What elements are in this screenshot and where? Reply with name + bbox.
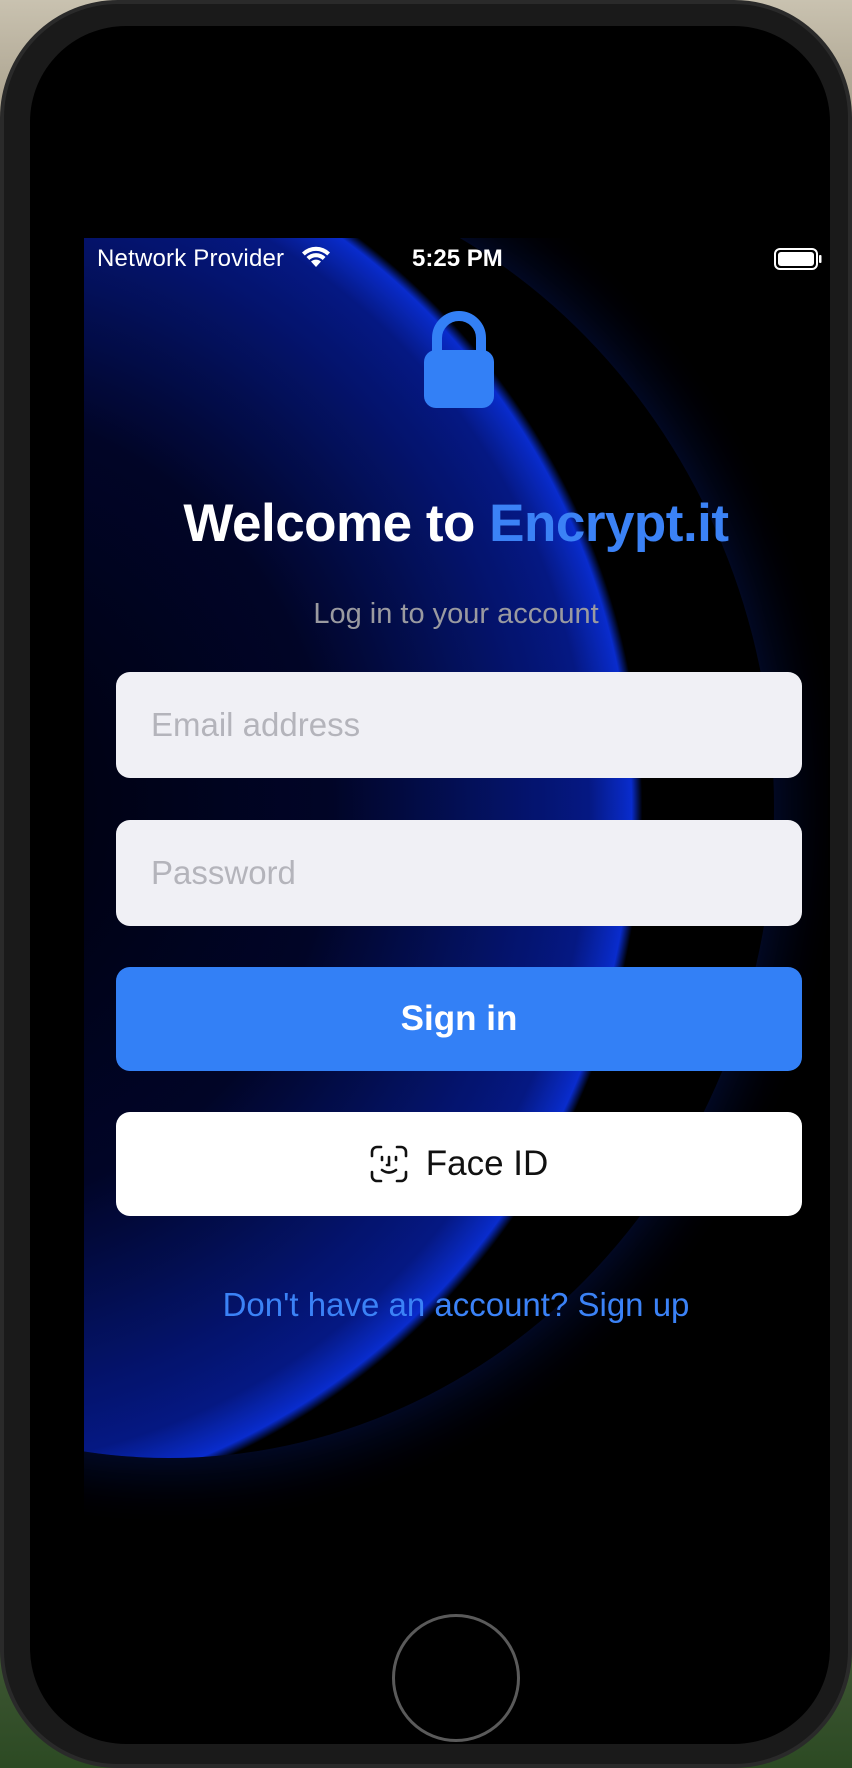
password-input[interactable] [149, 853, 769, 893]
status-bar: Network Provider 5:25 PM [84, 238, 828, 278]
sign-in-button[interactable]: Sign in [116, 967, 802, 1071]
face-id-icon [370, 1145, 408, 1183]
wifi-icon [302, 246, 330, 267]
lock-icon [424, 311, 494, 408]
sign-up-link[interactable]: Don't have an account? Sign up [84, 1286, 828, 1324]
battery-icon [774, 248, 822, 270]
title-prefix: Welcome to [183, 494, 490, 553]
subtitle: Log in to your account [313, 598, 599, 630]
status-time: 5:25 PM [412, 245, 503, 272]
email-field[interactable] [116, 672, 802, 778]
home-button[interactable] [392, 1614, 520, 1742]
sign-in-label: Sign in [400, 999, 518, 1038]
face-id-label: Face ID [425, 1144, 549, 1183]
brand-name: Encrypt.it [489, 494, 729, 553]
app-screen: Network Provider 5:25 PM Welcome to Encr… [84, 238, 828, 1571]
password-field[interactable] [116, 820, 802, 926]
device-frame: Network Provider 5:25 PM Welcome to Encr… [0, 0, 852, 1768]
device-bezel: Network Provider 5:25 PM Welcome to Encr… [30, 26, 830, 1744]
face-id-button[interactable]: Face ID [116, 1112, 802, 1216]
email-input[interactable] [149, 705, 769, 745]
carrier-label: Network Provider [97, 245, 285, 272]
page-title: Welcome to Encrypt.it [84, 493, 828, 554]
